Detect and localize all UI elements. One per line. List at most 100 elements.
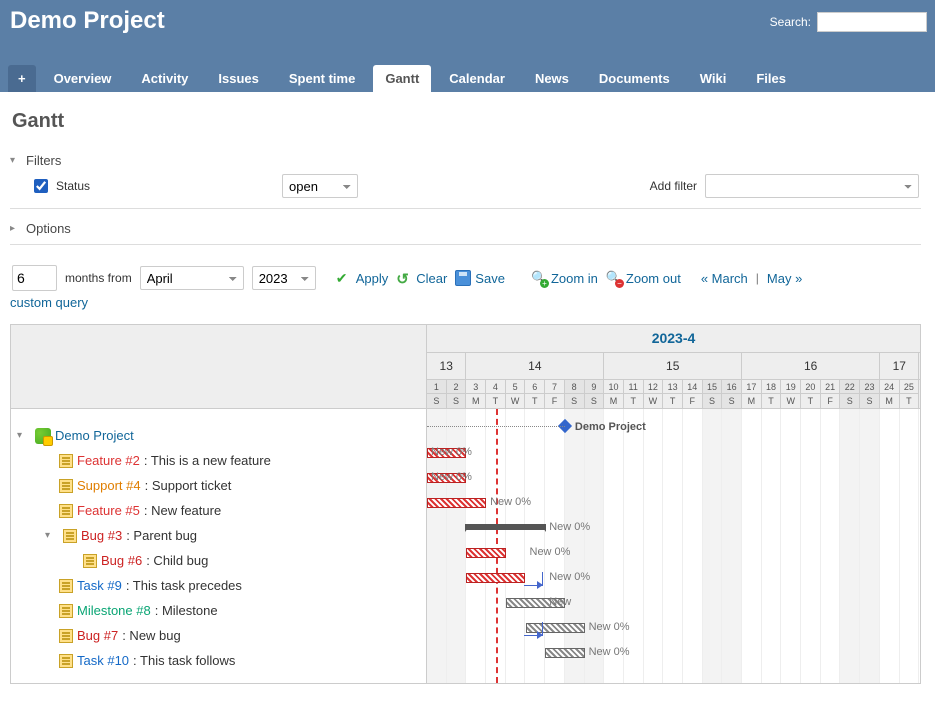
day-header: 10M	[604, 380, 624, 408]
zoom-in-icon	[531, 270, 547, 286]
page-title: Gantt	[12, 110, 921, 133]
status-filter-label: Status	[56, 179, 90, 193]
day-header: 2S	[447, 380, 467, 408]
bar-label: New	[549, 596, 571, 608]
tab-overview[interactable]: Overview	[42, 65, 124, 92]
add-filter-label: Add filter	[650, 179, 697, 193]
issue-title: : Milestone	[155, 603, 218, 618]
clear-button[interactable]: Clear	[396, 270, 447, 286]
day-header: 12W	[644, 380, 664, 408]
months-from-label: months from	[65, 271, 132, 285]
gantt-bar[interactable]	[466, 548, 505, 558]
day-header: 3M	[466, 380, 486, 408]
day-header: 15S	[703, 380, 723, 408]
issue-link[interactable]: Bug #7	[77, 628, 118, 643]
dependency-arrow-icon	[524, 622, 544, 636]
issue-link[interactable]: Task #9	[77, 578, 122, 593]
day-header: 7F	[545, 380, 565, 408]
issue-link[interactable]: Task #10	[77, 653, 129, 668]
bar-label: New 0%	[549, 521, 590, 533]
month-select[interactable]: April	[140, 266, 244, 290]
bar-label: New 0%	[431, 446, 472, 458]
months-count-input[interactable]	[12, 265, 57, 291]
day-header: 17M	[742, 380, 762, 408]
week-header: 13	[427, 353, 466, 380]
chevron-down-icon[interactable]: ▾	[45, 530, 59, 541]
new-tab-button[interactable]: +	[8, 65, 36, 92]
week-header: 14	[466, 353, 604, 380]
zoom-in-button[interactable]: Zoom in	[531, 270, 598, 286]
bar-label: New 0%	[490, 496, 531, 508]
year-select[interactable]: 2023	[252, 266, 316, 290]
day-header: 6T	[525, 380, 545, 408]
day-header: 19W	[781, 380, 801, 408]
status-filter-select[interactable]: open	[282, 174, 358, 198]
issue-title: : This task precedes	[126, 578, 242, 593]
day-header: 20T	[801, 380, 821, 408]
tab-activity[interactable]: Activity	[129, 65, 200, 92]
issue-icon	[59, 654, 73, 668]
tab-wiki[interactable]: Wiki	[688, 65, 739, 92]
issue-title: : This is a new feature	[144, 453, 271, 468]
tab-news[interactable]: News	[523, 65, 581, 92]
day-header: 4T	[486, 380, 506, 408]
issue-title: : Support ticket	[145, 478, 232, 493]
day-header: 24M	[880, 380, 900, 408]
bar-label: New 0%	[530, 546, 571, 558]
day-header: 13T	[663, 380, 683, 408]
gantt-bar[interactable]	[466, 573, 525, 583]
issue-icon	[59, 479, 73, 493]
issue-title: : New bug	[122, 628, 181, 643]
apply-button[interactable]: Apply	[336, 270, 389, 286]
chevron-down-icon[interactable]: ▾	[17, 430, 31, 441]
day-header: 9S	[585, 380, 605, 408]
issue-link[interactable]: Bug #6	[101, 553, 142, 568]
prev-month-link[interactable]: « March	[701, 271, 748, 286]
tab-files[interactable]: Files	[744, 65, 798, 92]
add-filter-select[interactable]	[705, 174, 919, 198]
day-header: 22S	[840, 380, 860, 408]
custom-query-link[interactable]: custom query	[10, 295, 921, 310]
issue-icon	[83, 554, 97, 568]
bar-label: New 0%	[589, 621, 630, 633]
issue-link[interactable]: Support #4	[77, 478, 141, 493]
tab-calendar[interactable]: Calendar	[437, 65, 517, 92]
reload-icon	[396, 270, 412, 286]
tab-documents[interactable]: Documents	[587, 65, 682, 92]
day-header: 16S	[722, 380, 742, 408]
issue-link[interactable]: Feature #2	[77, 453, 140, 468]
tab-issues[interactable]: Issues	[206, 65, 270, 92]
chevron-right-icon: ▸	[10, 223, 20, 234]
week-header: 15	[604, 353, 742, 380]
gantt-bar[interactable]	[427, 498, 486, 508]
tab-gantt[interactable]: Gantt	[373, 65, 431, 92]
week-header: 16	[742, 353, 880, 380]
day-header: 8S	[565, 380, 585, 408]
issue-link[interactable]: Bug #3	[81, 528, 122, 543]
disk-icon	[455, 270, 471, 286]
week-header: 17	[880, 353, 919, 380]
zoom-out-button[interactable]: Zoom out	[606, 270, 681, 286]
day-header: 1S	[427, 380, 447, 408]
project-title[interactable]: Demo Project	[8, 7, 770, 35]
day-header: 5W	[506, 380, 526, 408]
issue-link[interactable]: Milestone #8	[77, 603, 151, 618]
status-filter-checkbox[interactable]	[34, 179, 48, 193]
issue-link[interactable]: Feature #5	[77, 503, 140, 518]
filters-toggle[interactable]: ▾ Filters	[10, 151, 61, 170]
issue-title: : Child bug	[146, 553, 208, 568]
tab-spent-time[interactable]: Spent time	[277, 65, 367, 92]
issue-icon	[59, 579, 73, 593]
project-link[interactable]: Demo Project	[55, 428, 134, 443]
issue-icon	[59, 604, 73, 618]
day-header: 23S	[860, 380, 880, 408]
search-input[interactable]	[817, 12, 927, 32]
search-label: Search:	[770, 15, 811, 29]
gantt-bar[interactable]	[545, 648, 584, 658]
options-toggle[interactable]: ▸ Options	[10, 219, 71, 238]
next-month-link[interactable]: May »	[767, 271, 802, 286]
issue-title: : New feature	[144, 503, 221, 518]
day-header: 18T	[762, 380, 782, 408]
gantt-parent-bar[interactable]	[466, 524, 545, 530]
save-button[interactable]: Save	[455, 270, 505, 286]
